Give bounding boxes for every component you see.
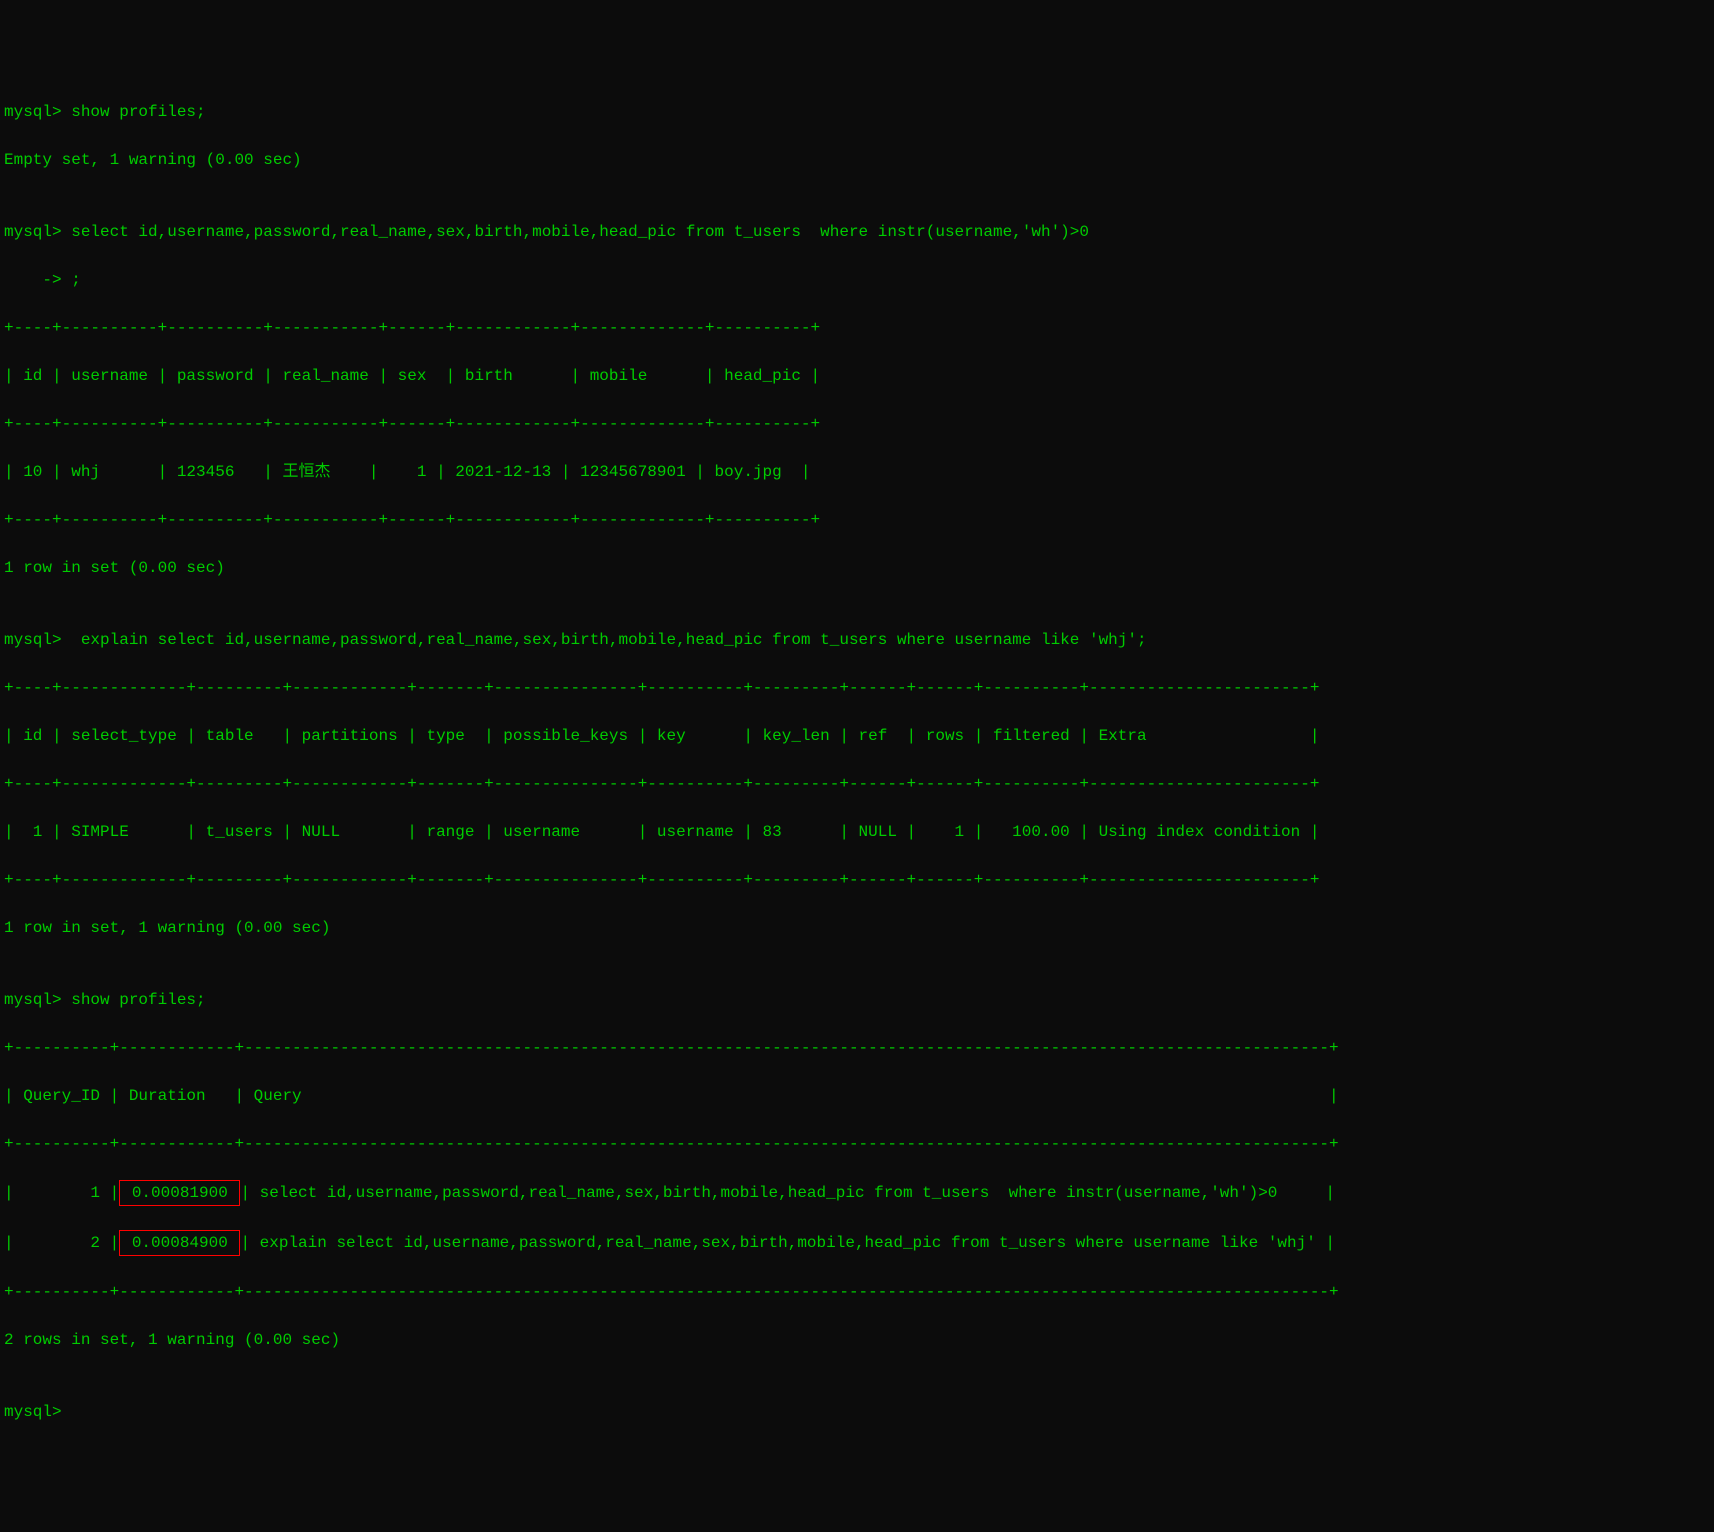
table-header-row: | Query_ID | Duration | Query |: [4, 1084, 1710, 1108]
table-border: +----+----------+----------+-----------+…: [4, 412, 1710, 436]
table-border: +----+-------------+---------+----------…: [4, 772, 1710, 796]
cell-query-text: | select id,username,password,real_name,…: [240, 1184, 1335, 1202]
terminal-line-status: 1 row in set (0.00 sec): [4, 556, 1710, 580]
terminal-line-status: Empty set, 1 warning (0.00 sec): [4, 148, 1710, 172]
table-header-row: | id | select_type | table | partitions …: [4, 724, 1710, 748]
table-border: +----+----------+----------+-----------+…: [4, 508, 1710, 532]
terminal-line-command: mysql> select id,username,password,real_…: [4, 220, 1710, 244]
table-border: +----+----------+----------+-----------+…: [4, 316, 1710, 340]
cell-query-id: | 2 |: [4, 1234, 119, 1252]
highlighted-duration-cell: 0.00081900: [119, 1180, 240, 1206]
table-border: +----------+------------+---------------…: [4, 1132, 1710, 1156]
table-data-row: | 2 | 0.00084900 | explain select id,use…: [4, 1230, 1710, 1256]
table-data-row: | 1 | 0.00081900 | select id,username,pa…: [4, 1180, 1710, 1206]
terminal-line-continuation: -> ;: [4, 268, 1710, 292]
table-data-row: | 10 | whj | 123456 | 王恒杰 | 1 | 2021-12-…: [4, 460, 1710, 484]
table-header-row: | id | username | password | real_name |…: [4, 364, 1710, 388]
table-border: +----------+------------+---------------…: [4, 1036, 1710, 1060]
table-border: +----+-------------+---------+----------…: [4, 868, 1710, 892]
table-border: +----------+------------+---------------…: [4, 1280, 1710, 1304]
terminal-line-command: mysql> show profiles;: [4, 988, 1710, 1012]
terminal-line-status: 1 row in set, 1 warning (0.00 sec): [4, 916, 1710, 940]
terminal-line-command: mysql> show profiles;: [4, 100, 1710, 124]
terminal-prompt[interactable]: mysql>: [4, 1400, 1710, 1424]
terminal-line-command: mysql> explain select id,username,passwo…: [4, 628, 1710, 652]
highlighted-duration-cell: 0.00084900: [119, 1230, 240, 1256]
cell-query-id: | 1 |: [4, 1184, 119, 1202]
table-data-row: | 1 | SIMPLE | t_users | NULL | range | …: [4, 820, 1710, 844]
terminal-line-status: 2 rows in set, 1 warning (0.00 sec): [4, 1328, 1710, 1352]
table-border: +----+-------------+---------+----------…: [4, 676, 1710, 700]
cell-query-text: | explain select id,username,password,re…: [240, 1234, 1335, 1252]
